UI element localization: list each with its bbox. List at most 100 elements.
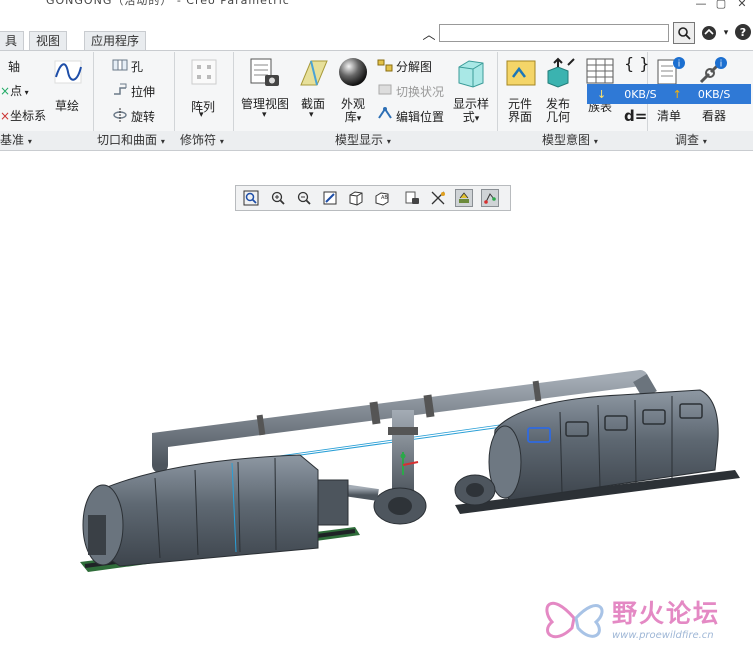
group-model-display-text: 模型显示 [335, 133, 384, 147]
network-monitor: ↓ 0KB/S ↑ 0KB/S [587, 84, 751, 104]
chevron-down-icon: ▾ [160, 137, 165, 146]
svg-text:i: i [678, 60, 681, 70]
download-speed: 0KB/S [624, 87, 657, 101]
switch-dimensions-button[interactable]: d= [624, 107, 647, 125]
group-model-intent-label[interactable]: 模型意图 ▾ [542, 131, 598, 150]
point-button[interactable]: ×点 ▾ [0, 82, 29, 99]
ribbon-tabs: 具 视图 应用程序 [0, 31, 753, 51]
close-icon[interactable]: ✕ [733, 0, 751, 10]
display-style-label-2: 式 [462, 110, 475, 124]
extrude-icon [112, 82, 128, 98]
chevron-down-icon: ▾ [22, 88, 29, 97]
bom-icon[interactable]: i [655, 56, 685, 86]
bom-button[interactable]: 清单 [652, 110, 686, 123]
reference-viewer-button[interactable]: 看器 [694, 110, 734, 123]
csys-icon: × [0, 109, 11, 123]
graphics-window[interactable] [0, 152, 753, 656]
component-interface-icon[interactable] [505, 57, 537, 89]
repaint-icon[interactable] [321, 189, 339, 207]
upload-speed: 0KB/S [697, 87, 731, 101]
appearance-icon[interactable] [337, 56, 369, 88]
component-interface-label-2: 界面 [507, 110, 532, 124]
chevron-down-icon: ▾ [702, 137, 707, 146]
view-manager-icon[interactable] [403, 189, 421, 207]
spin-center-icon[interactable] [455, 189, 473, 207]
group-model-display-label[interactable]: 模型显示 ▾ [335, 131, 391, 150]
exploded-view-icon [377, 58, 393, 73]
graphics-toolbar: AB [235, 185, 511, 211]
zoom-in-icon[interactable] [269, 189, 287, 207]
appearance-label-1: 外观 [340, 97, 365, 111]
group-datum-text: 基准 [0, 133, 25, 147]
group-datum-label[interactable]: 基准 ▾ [0, 131, 32, 150]
watermark-text: 野火论坛 [612, 599, 721, 628]
chevron-down-icon: ▾ [27, 137, 32, 146]
appearance-button[interactable]: 外观 库▾ [337, 98, 369, 126]
refit-icon[interactable] [242, 189, 260, 207]
exploded-view-button[interactable]: 分解图 [396, 58, 432, 75]
watermark-url: www.proewildfire.cn [612, 630, 714, 641]
chevron-down-icon[interactable]: ▾ [199, 110, 204, 120]
toggle-status-button[interactable]: 切换状况 [396, 83, 444, 100]
sketch-button[interactable]: 草绘 [55, 97, 79, 114]
svg-text:AB: AB [381, 195, 388, 201]
group-modifiers-text: 修饰符 [180, 133, 217, 147]
group-investigate-label[interactable]: 调查 ▾ [675, 131, 707, 150]
pattern-icon[interactable] [189, 57, 219, 87]
revolve-button[interactable]: 旋转 [131, 108, 155, 125]
chevron-down-icon[interactable]: ▾ [309, 110, 314, 120]
model-assembly [80, 370, 740, 572]
minimize-icon[interactable]: — [692, 0, 710, 10]
upload-arrow-icon: ↑ [672, 87, 682, 101]
publish-geometry-button[interactable]: 发布 几何 [541, 98, 575, 124]
toggle-status-icon [377, 82, 393, 97]
restore-icon[interactable]: ▢ [712, 0, 730, 10]
revolve-icon [112, 107, 128, 123]
group-modifiers-label[interactable]: 修饰符 ▾ [180, 131, 224, 150]
csys-button[interactable]: ×坐标系 [0, 107, 46, 124]
chevron-down-icon: ▾ [356, 114, 362, 124]
extrude-button[interactable]: 拉伸 [131, 83, 155, 100]
chevron-down-icon[interactable]: ▾ [262, 110, 267, 120]
download-arrow-icon: ↓ [597, 87, 607, 101]
tab-applications[interactable]: 应用程序 [84, 31, 147, 51]
point-icon: × [0, 84, 11, 98]
display-style-icon[interactable] [455, 57, 487, 89]
chevron-down-icon: ▾ [219, 137, 224, 146]
hole-button[interactable]: 孔 [131, 58, 143, 75]
ribbon-group-bar: 基准 ▾ 切口和曲面 ▾ 修饰符 ▾ 模型显示 ▾ 模型意图 ▾ 调查 ▾ [0, 131, 753, 151]
family-table-icon[interactable] [586, 58, 614, 84]
annotation-display-icon[interactable] [481, 189, 499, 207]
display-style-label-1: 显示样 [452, 97, 489, 111]
hole-icon [112, 57, 128, 73]
chevron-down-icon: ▾ [593, 137, 598, 146]
reference-viewer-icon[interactable]: i [697, 56, 727, 86]
saved-orientations-icon[interactable]: AB [373, 189, 391, 207]
component-interface-label-1: 元件 [507, 97, 532, 111]
axis-button[interactable]: 轴 [8, 58, 20, 75]
relations-icon[interactable]: { } [624, 54, 649, 73]
tab-tools[interactable]: 具 [0, 31, 25, 51]
manage-views-icon[interactable] [249, 57, 281, 89]
appearance-label-2: 库 [344, 110, 357, 124]
svg-text:i: i [720, 60, 723, 70]
group-investigate-text: 调查 [675, 133, 700, 147]
display-style-button[interactable]: 显示样 式▾ [451, 98, 491, 126]
chevron-down-icon: ▾ [474, 114, 480, 124]
tab-view[interactable]: 视图 [29, 31, 68, 51]
butterfly-logo-icon [545, 601, 604, 639]
publish-geometry-label-1: 发布 [545, 97, 570, 111]
zoom-out-icon[interactable] [295, 189, 313, 207]
window-title: GONGONG（活动的） - Creo Parametric [46, 0, 290, 7]
title-bar: GONGONG（活动的） - Creo Parametric — ▢ ✕ [0, 0, 753, 22]
edit-position-button[interactable]: 编辑位置 [396, 108, 444, 125]
publish-geometry-icon[interactable] [544, 57, 576, 89]
section-icon[interactable] [297, 57, 329, 89]
component-interface-button[interactable]: 元件 界面 [503, 98, 537, 124]
sketch-icon[interactable] [53, 57, 83, 87]
group-cut-surface-text: 切口和曲面 [97, 133, 158, 147]
display-style-icon[interactable] [347, 189, 365, 207]
datum-display-filters-icon[interactable] [429, 189, 447, 207]
group-cut-surface-label[interactable]: 切口和曲面 ▾ [97, 131, 165, 150]
group-model-intent-text: 模型意图 [542, 133, 591, 147]
